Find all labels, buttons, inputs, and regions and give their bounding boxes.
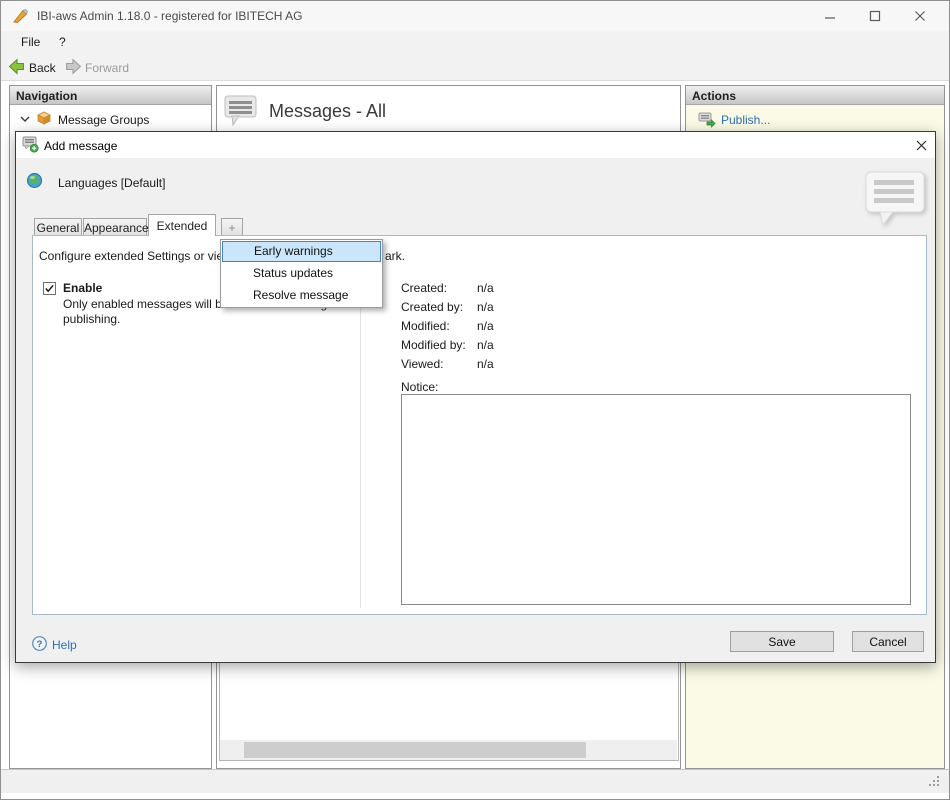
dialog-titlebar: Add message [16, 132, 935, 158]
resize-grip-icon[interactable] [927, 774, 941, 788]
back-button[interactable]: Back [29, 61, 56, 75]
enable-description-line2: publishing. [63, 312, 120, 326]
add-message-dialog: Add message Languages [Default] [15, 131, 936, 663]
window-title: IBI-aws Admin 1.18.0 - registered for IB… [37, 9, 302, 23]
menubar: File ? [1, 31, 949, 53]
page-title: Messages - All [269, 101, 386, 122]
forward-button[interactable]: Forward [85, 61, 129, 75]
help-link[interactable]: Help [52, 638, 77, 652]
tab-extended[interactable]: Extended [148, 214, 216, 236]
field-label-modified-by: Modified by: [401, 338, 466, 352]
app-icon [11, 7, 29, 25]
menu-item-resolve-message[interactable]: Resolve message [222, 284, 381, 306]
navigation-header: Navigation [10, 86, 211, 105]
chevron-down-icon[interactable] [20, 115, 30, 123]
statusbar [1, 769, 949, 793]
menu-item-early-warnings[interactable]: Early warnings [222, 241, 381, 262]
close-icon [917, 141, 926, 150]
message-groups-icon [36, 110, 52, 126]
message-type-menu: Early warnings Status updates Resolve me… [220, 239, 383, 308]
instruction-text-end: ark. [385, 249, 405, 263]
notice-input[interactable] [401, 394, 911, 605]
message-watermark-icon [862, 168, 930, 230]
tab-general[interactable]: General [34, 218, 82, 235]
menu-help[interactable]: ? [59, 35, 66, 49]
window-titlebar: IBI-aws Admin 1.18.0 - registered for IB… [1, 1, 949, 31]
menu-item-status-updates[interactable]: Status updates [222, 262, 381, 284]
field-label-created: Created: [401, 281, 447, 295]
field-value-modified-by: n/a [477, 338, 494, 352]
field-value-viewed: n/a [477, 357, 494, 371]
actions-header: Actions [686, 86, 944, 105]
svg-text:?: ? [37, 639, 43, 650]
dialog-close-button[interactable] [910, 135, 932, 155]
enable-checkbox[interactable] [43, 282, 56, 295]
save-button[interactable]: Save [730, 631, 834, 652]
cancel-button[interactable]: Cancel [852, 631, 924, 652]
help-icon: ? [32, 636, 47, 651]
minimize-button[interactable] [813, 1, 847, 31]
field-value-modified: n/a [477, 319, 494, 333]
close-icon [916, 12, 925, 21]
maximize-icon [871, 12, 880, 21]
window-close-button[interactable] [903, 1, 937, 31]
field-label-viewed: Viewed: [401, 357, 443, 371]
app-window: IBI-aws Admin 1.18.0 - registered for IB… [0, 0, 950, 800]
forward-icon [65, 58, 82, 75]
language-label: Languages [Default] [58, 176, 165, 190]
publish-link[interactable]: Publish... [721, 113, 770, 127]
enable-label[interactable]: Enable [63, 281, 102, 295]
back-icon [8, 58, 25, 75]
messages-icon [223, 93, 259, 129]
toolbar: Back Forward [1, 53, 949, 81]
tree-item-message-groups[interactable]: Message Groups [10, 109, 211, 131]
field-label-created-by: Created by: [401, 300, 463, 314]
menu-file[interactable]: File [21, 35, 40, 49]
notice-label: Notice: [401, 380, 438, 394]
field-value-created: n/a [477, 281, 494, 295]
maximize-button[interactable] [858, 1, 892, 31]
tab-appearance[interactable]: Appearance [83, 218, 147, 235]
field-label-modified: Modified: [401, 319, 450, 333]
tree-item-label[interactable]: Message Groups [58, 113, 149, 127]
dialog-title: Add message [44, 139, 117, 153]
globe-icon [26, 172, 43, 189]
tab-add-button[interactable]: + [221, 218, 243, 235]
add-message-icon [22, 136, 39, 153]
publish-icon [698, 112, 716, 129]
checkmark-icon [46, 285, 53, 291]
instruction-text: Configure extended Settings or view [39, 249, 232, 263]
scrollbar-thumb[interactable] [244, 742, 586, 758]
field-value-created-by: n/a [477, 300, 494, 314]
